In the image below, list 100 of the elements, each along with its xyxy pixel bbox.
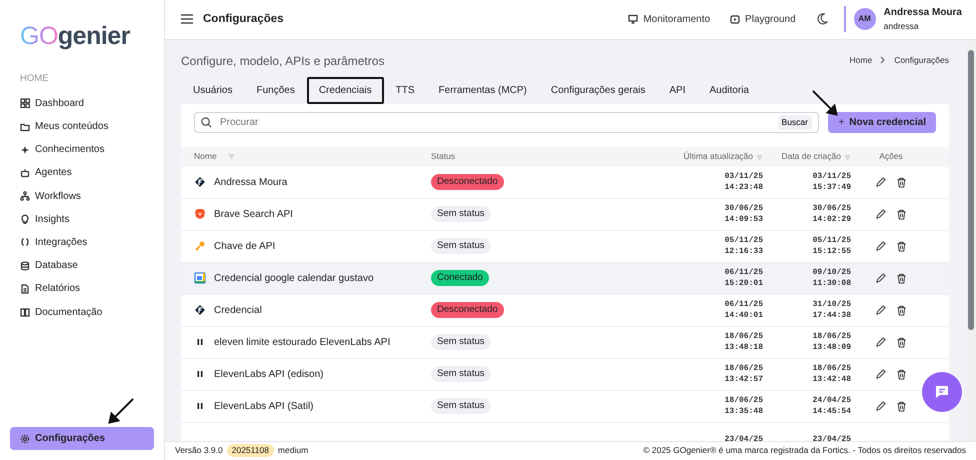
column-header: Ações <box>879 150 903 164</box>
trash-icon[interactable] <box>896 304 907 316</box>
sidebar-item[interactable]: Insights <box>10 208 154 231</box>
chat-icon <box>934 384 950 400</box>
edit-icon[interactable] <box>875 176 886 188</box>
credential-name: Chave de API <box>214 240 276 254</box>
column-header: Status <box>431 151 456 162</box>
tab[interactable]: Usuários <box>181 76 244 104</box>
edit-icon[interactable] <box>875 368 886 380</box>
date-time: 23/04/25 <box>724 434 763 441</box>
braces-icon <box>20 237 30 248</box>
status-badge: Sem status <box>431 238 491 254</box>
trash-icon[interactable] <box>896 208 907 220</box>
new-credential-button[interactable]: + Nova credencial <box>828 112 936 133</box>
diamond-logo-icon <box>194 176 206 188</box>
credential-name: Credencial google calendar gustavo <box>214 272 374 286</box>
status-badge: Sem status <box>431 398 491 414</box>
play-icon <box>730 14 740 24</box>
breadcrumb-item: Configurações <box>894 54 949 68</box>
column-header[interactable]: Data de criação <box>781 151 841 162</box>
monitor-icon <box>628 14 638 24</box>
user-login: andressa <box>884 20 920 34</box>
tab[interactable]: API <box>657 76 698 104</box>
book-icon <box>20 307 30 318</box>
trash-icon[interactable] <box>896 176 907 188</box>
lion-logo-icon <box>194 208 206 220</box>
edit-icon[interactable] <box>875 240 886 252</box>
edit-icon[interactable] <box>875 304 886 316</box>
page-subtitle: Configure, modelo, APIs e parâmetros <box>181 52 384 70</box>
page-title: Configurações <box>203 12 284 27</box>
sidebar-item[interactable]: Documentação <box>10 300 154 324</box>
menu-icon[interactable] <box>181 14 193 24</box>
status-badge: Desconectado <box>431 174 504 190</box>
scrollbar[interactable] <box>966 40 976 441</box>
tab[interactable]: Ferramentas (MCP) <box>426 76 539 104</box>
edit-icon[interactable] <box>875 336 886 348</box>
date-time: 09/10/25 11:30:08 <box>812 266 851 289</box>
column-header[interactable]: Última atualização <box>684 151 753 162</box>
breadcrumb-item[interactable]: Home <box>850 54 872 68</box>
sidebar-item[interactable]: Meus conteúdos <box>10 114 154 138</box>
trash-icon[interactable] <box>896 368 907 380</box>
trash-icon[interactable] <box>896 336 907 348</box>
date-time: 06/11/25 15:20:01 <box>724 266 763 289</box>
date-time: 18/06/25 13:42:48 <box>812 362 851 385</box>
tab[interactable]: Configurações gerais <box>538 76 658 104</box>
copyright-text: © 2025 GOgenier® é uma marca registrada da Fortics. - Todos os direitos reservados <box>643 444 966 458</box>
highlighted-row[interactable]: Credencial google calendar gustavo Conectado 06/11/25 15:20:01 09/10/25 11:30:08 <box>181 262 949 295</box>
section-label: HOME <box>20 72 50 86</box>
date-time: 05/11/25 15:12:55 <box>812 234 851 257</box>
trash-icon[interactable] <box>896 240 907 252</box>
sidebar-item[interactable]: Database <box>10 254 154 278</box>
lightbulb-icon <box>20 214 30 224</box>
date-time: 23/04/25 <box>812 434 851 441</box>
sidebar-item[interactable]: Agentes <box>10 161 154 184</box>
status-badge: Sem status <box>431 206 491 222</box>
edit-icon[interactable] <box>875 272 886 284</box>
edit-icon[interactable] <box>875 400 886 412</box>
user-name: Andressa Moura <box>884 6 962 20</box>
document-icon <box>20 284 30 294</box>
tier-text: medium <box>278 444 308 458</box>
edit-icon[interactable] <box>875 208 886 220</box>
date-time: 05/11/25 12:16:33 <box>724 234 763 257</box>
search-button[interactable]: Buscar <box>778 114 812 130</box>
search-field[interactable]: Procurar Buscar <box>194 112 819 133</box>
header-link[interactable]: Monitoramento <box>628 12 710 27</box>
sidebar-item[interactable]: Integrações <box>10 230 154 254</box>
robot-icon <box>20 168 30 178</box>
tab[interactable]: Credenciais <box>306 76 384 104</box>
tab[interactable]: TTS <box>384 76 427 104</box>
settings-icon <box>20 434 30 444</box>
status-badge: Sem status <box>431 366 491 382</box>
sidebar-item[interactable]: Dashboard <box>10 92 154 115</box>
date-time: 24/04/25 14:45:54 <box>812 394 851 417</box>
credential-name: Brave Search API <box>214 208 293 222</box>
trash-icon[interactable] <box>896 400 907 412</box>
moon-icon[interactable] <box>816 13 828 26</box>
date-time: 03/11/25 14:23:48 <box>724 170 763 193</box>
calendar-icon <box>194 272 206 284</box>
header-link[interactable]: Playground <box>730 12 796 27</box>
date-time: 18/06/25 13:42:57 <box>724 362 763 385</box>
sidebar-item[interactable]: Workflows <box>10 184 154 208</box>
status-badge: Conectado <box>431 270 489 286</box>
credential-name: ElevenLabs API (Satil) <box>214 400 314 414</box>
database-icon <box>20 260 30 271</box>
status-badge: Sem status <box>431 334 491 350</box>
credential-name: ElevenLabs API (edison) <box>214 368 324 382</box>
sidebar-item[interactable]: Configurações <box>10 427 154 450</box>
avatar[interactable]: AM <box>854 8 876 30</box>
tab[interactable]: Auditoria <box>698 76 761 104</box>
credential-name: eleven limite estourado ElevenLabs API <box>214 336 390 350</box>
scrollbar-thumb[interactable] <box>968 50 974 330</box>
column-header[interactable]: Nome <box>194 150 217 164</box>
folder-icon <box>20 122 30 132</box>
trash-icon[interactable] <box>896 272 907 284</box>
sidebar-item[interactable]: Conhecimentos <box>10 138 154 162</box>
date-time: 18/06/25 13:48:09 <box>812 330 851 353</box>
sidebar-item[interactable]: Relatórios <box>10 277 154 300</box>
hierarchy-icon <box>20 191 30 202</box>
tab[interactable]: Funções <box>244 76 307 104</box>
credential-name: Credencial <box>214 304 262 318</box>
